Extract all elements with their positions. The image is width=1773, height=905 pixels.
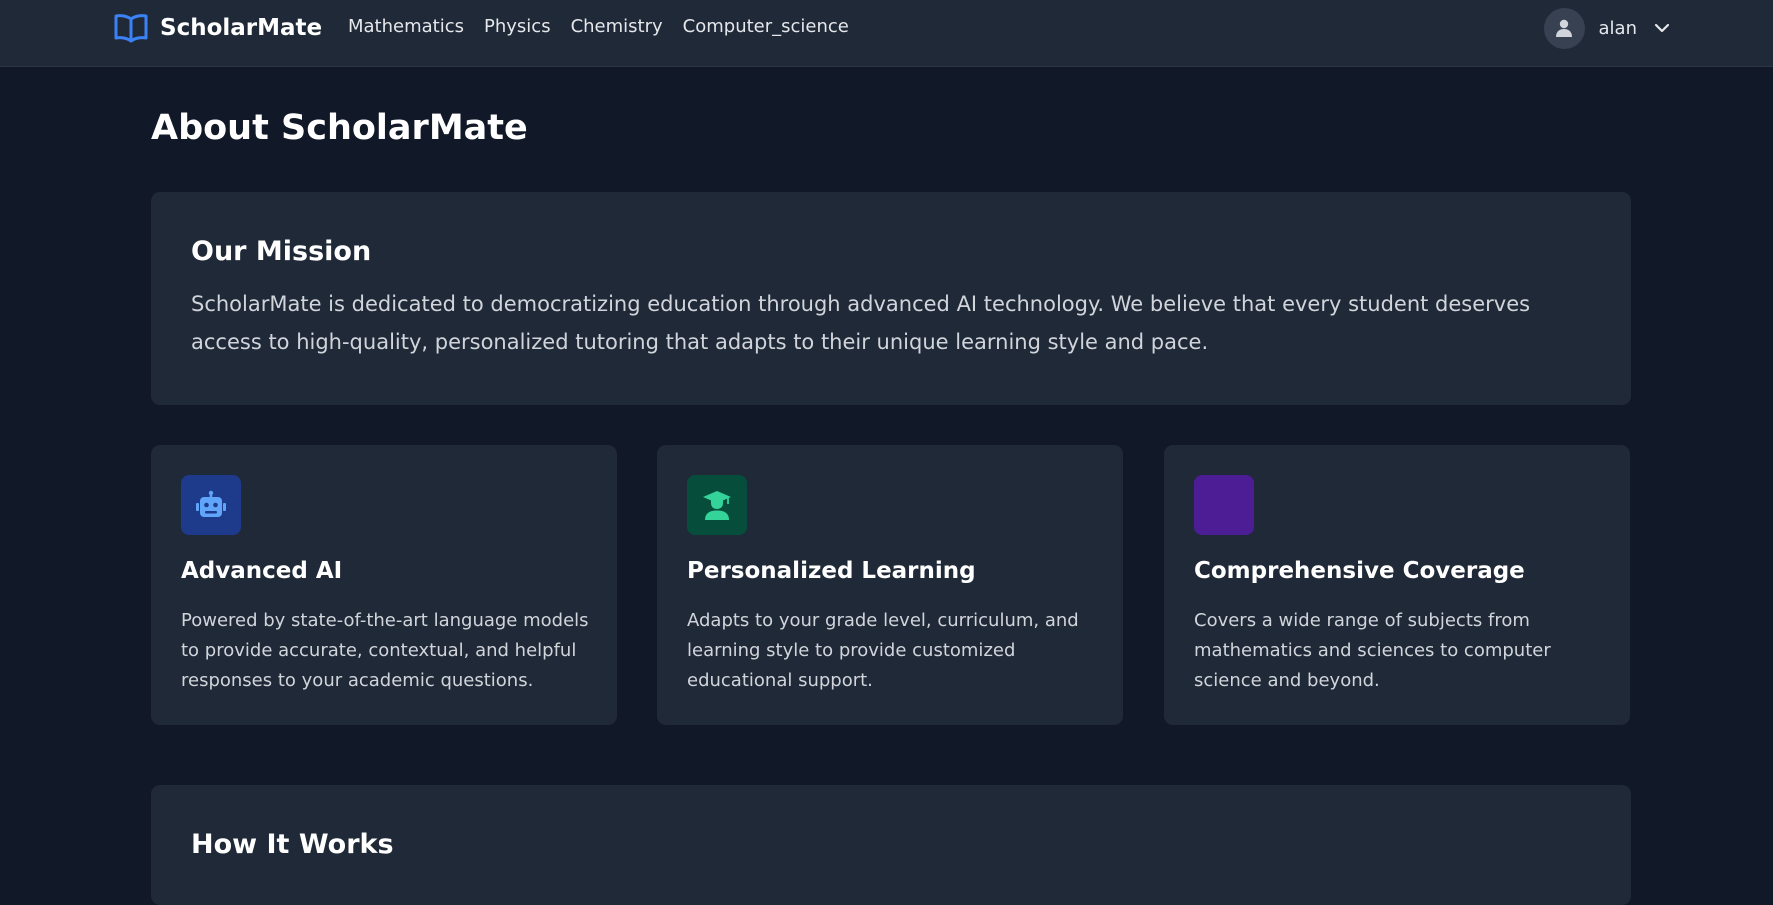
- book-icon: [1194, 475, 1254, 535]
- brand-name: ScholarMate: [160, 15, 323, 41]
- robot-icon: [181, 475, 241, 535]
- feature-title: Personalized Learning: [687, 558, 976, 584]
- nav-link-mathematics[interactable]: Mathematics: [348, 16, 464, 37]
- feature-description: Covers a wide range of subjects from mat…: [1194, 610, 1551, 691]
- open-book-icon: [114, 13, 148, 43]
- feature-card-advanced-ai: Advanced AI Powered by state-of-the-art …: [151, 445, 617, 725]
- feature-title: Advanced AI: [181, 558, 343, 584]
- subject-nav: Mathematics Physics Chemistry Computer_s…: [348, 16, 849, 37]
- user-icon: [1556, 19, 1573, 37]
- nav-link-chemistry[interactable]: Chemistry: [571, 16, 663, 37]
- how-it-works-card: How It Works: [151, 785, 1631, 905]
- feature-description: Adapts to your grade level, curriculum, …: [687, 610, 1079, 691]
- user-menu-button[interactable]: alan: [1543, 7, 1671, 49]
- nav-link-physics[interactable]: Physics: [484, 16, 551, 37]
- how-it-works-heading: How It Works: [191, 829, 394, 860]
- username: alan: [1598, 17, 1637, 39]
- feature-description: Powered by state-of-the-art language mod…: [181, 610, 589, 691]
- mission-heading: Our Mission: [191, 236, 372, 267]
- graduate-icon: [687, 475, 747, 535]
- mission-text: ScholarMate is dedicated to democratizin…: [191, 292, 1531, 354]
- page-title: About ScholarMate: [151, 108, 528, 148]
- feature-title: Comprehensive Coverage: [1194, 558, 1525, 584]
- chevron-down-icon: [1653, 19, 1671, 37]
- feature-card-personalized-learning: Personalized Learning Adapts to your gra…: [657, 445, 1123, 725]
- brand-logo-link[interactable]: ScholarMate: [114, 12, 322, 44]
- nav-link-computer-science[interactable]: Computer_science: [683, 16, 849, 37]
- feature-card-comprehensive-coverage: Comprehensive Coverage Covers a wide ran…: [1164, 445, 1630, 725]
- mission-card: Our Mission ScholarMate is dedicated to …: [151, 192, 1631, 405]
- avatar: [1543, 7, 1585, 49]
- top-navbar: ScholarMate Mathematics Physics Chemistr…: [0, 0, 1773, 67]
